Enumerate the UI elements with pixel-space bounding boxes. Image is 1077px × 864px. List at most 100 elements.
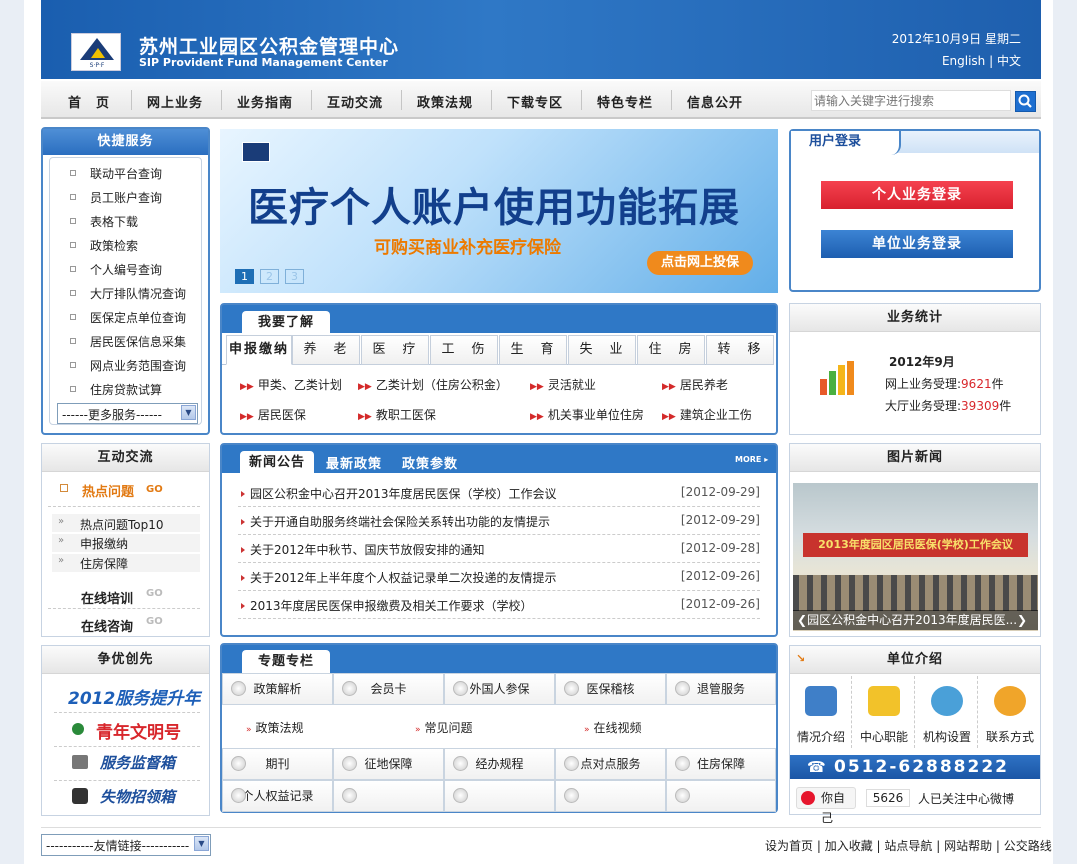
nav-info-disclosure[interactable]: 信息公开 [687, 92, 743, 111]
unit-item-contact[interactable]: 联系方式 [979, 676, 1041, 748]
banner-page-3[interactable]: 3 [285, 269, 304, 284]
banner-insure-button[interactable]: 点击网上投保 [647, 251, 753, 275]
hot-issues-go[interactable]: GO [146, 484, 163, 495]
unit-item-functions[interactable]: 中心职能 [853, 676, 915, 748]
tab-maternity[interactable]: 生 育 [499, 335, 567, 365]
nav-policy[interactable]: 政策法规 [417, 92, 473, 111]
tab-transfer[interactable]: 转 移 [706, 335, 774, 365]
more-services-select[interactable]: ------更多服务------ ▼ [57, 403, 198, 424]
quick-item[interactable]: 居民医保信息采集 [90, 333, 186, 350]
search-input[interactable] [811, 90, 1011, 111]
topic-link-policy[interactable]: » 政策法规 [246, 719, 304, 736]
search-button[interactable] [1015, 91, 1036, 112]
topic-medical-audit[interactable]: 医保稽核 [555, 673, 666, 705]
news-item[interactable]: 园区公积金中心召开2013年度居民医保（学校）工作会议 [2012-09-29] [238, 479, 760, 507]
know-link-row2-1[interactable]: ▶▶ 居民医保 [240, 406, 306, 423]
housing-guarantee-link[interactable]: 住房保障 [80, 555, 128, 572]
topic-link-video[interactable]: » 在线视频 [584, 719, 642, 736]
nav-home[interactable]: 首 页 [68, 92, 110, 111]
quick-item[interactable]: 住房贷款试算 [90, 381, 162, 398]
know-link-row1-4[interactable]: ▶▶ 居民养老 [662, 376, 728, 393]
footer-link-favorite[interactable]: 加入收藏 [825, 839, 873, 853]
tab-pension[interactable]: 养 老 [292, 335, 360, 365]
footer-link-sitemap[interactable]: 站点导航 [884, 839, 932, 853]
unit-item-overview[interactable]: 情况介绍 [790, 676, 852, 748]
topic-housing-guarantee[interactable]: 住房保障 [666, 748, 776, 780]
tab-medical[interactable]: 医 疗 [361, 335, 429, 365]
know-link-row1-3[interactable]: ▶▶ 灵活就业 [530, 376, 596, 393]
topic-land-guarantee[interactable]: 征地保障 [333, 748, 444, 780]
lang-english-link[interactable]: English [942, 54, 985, 68]
news-item[interactable]: 关于2012年上半年度个人权益记录单二次投递的友情提示 [2012-09-26] [238, 563, 760, 591]
quick-item[interactable]: 大厅排队情况查询 [90, 285, 186, 302]
know-link-row2-4[interactable]: ▶▶ 建筑企业工伤 [662, 406, 752, 423]
nav-downloads[interactable]: 下载专区 [507, 92, 563, 111]
nav-online-business[interactable]: 网上业务 [147, 92, 203, 111]
unit-login-button[interactable]: 单位业务登录 [821, 230, 1013, 258]
know-link-row1-1[interactable]: ▶▶ 甲类、乙类计划 [240, 376, 342, 393]
corner-arrow-icon: ↘ [796, 652, 806, 665]
tab-declare-pay[interactable]: 申报缴纳 [226, 335, 292, 365]
news-item[interactable]: 关于2012年中秋节、国庆节放假安排的通知 [2012-09-28] [238, 535, 760, 563]
topic-procedures[interactable]: 经办规程 [444, 748, 555, 780]
nav-interaction[interactable]: 互动交流 [327, 92, 383, 111]
know-link-row1-2[interactable]: ▶▶ 乙类计划（住房公积金） [358, 376, 508, 393]
quick-item[interactable]: 医保定点单位查询 [90, 309, 186, 326]
online-training-link[interactable]: 在线培训 [81, 588, 133, 607]
topic-journal[interactable]: 期刊 [222, 748, 333, 780]
footer-link-help[interactable]: 网站帮助 [944, 839, 992, 853]
youth-civilization-link[interactable]: 青年文明号 [96, 718, 181, 743]
bullet-icon [70, 338, 76, 344]
hot-top10-link[interactable]: 热点问题Top10 [80, 516, 164, 533]
know-link-row2-3[interactable]: ▶▶ 机关事业单位住房 [530, 406, 644, 423]
banner-page-1[interactable]: 1 [235, 269, 254, 284]
friend-links-select[interactable]: -----------友情链接----------- ▼ [41, 834, 211, 856]
lost-found-link[interactable]: 失物招领箱 [100, 786, 175, 807]
quick-item[interactable]: 个人编号查询 [90, 261, 162, 278]
personal-login-button[interactable]: 个人业务登录 [821, 181, 1013, 209]
quick-item[interactable]: 员工账户查询 [90, 189, 162, 206]
tab-unemployment[interactable]: 失 业 [568, 335, 636, 365]
nav-business-guide[interactable]: 业务指南 [237, 92, 293, 111]
news-item[interactable]: 关于开通自助服务终端社会保险关系转出功能的友情提示 [2012-09-29] [238, 507, 760, 535]
news-item[interactable]: 2013年度居民医保申报缴费及相关工作要求（学校） [2012-09-26] [238, 591, 760, 619]
logo[interactable]: S·P·F [71, 33, 121, 71]
know-link-row2-2[interactable]: ▶▶ 教职工医保 [358, 406, 436, 423]
prev-arrow-icon[interactable]: ❮ [797, 613, 807, 627]
lang-chinese-link[interactable]: 中文 [997, 54, 1021, 68]
tab-latest-policy[interactable]: 最新政策 [326, 453, 382, 472]
unit-item-structure[interactable]: 机构设置 [916, 676, 978, 748]
footer-link-homepage[interactable]: 设为首页 [765, 839, 813, 853]
declare-pay-link[interactable]: 申报缴纳 [80, 535, 128, 552]
footer-link-bus-routes[interactable]: 公交路线 [1004, 839, 1052, 853]
service-year-banner[interactable]: 2012服务提升年 [68, 684, 200, 709]
hot-issues-link[interactable]: 热点问题 [82, 481, 134, 500]
quick-item[interactable]: 政策检索 [90, 237, 138, 254]
topic-link-faq[interactable]: » 常见问题 [415, 719, 473, 736]
promo-banner[interactable]: 医疗个人账户使用功能拓展 可购买商业补充医疗保险 点击网上投保 1 2 3 [220, 129, 778, 293]
weibo-button[interactable]: 你自己 [796, 787, 856, 825]
books-icon [868, 686, 900, 716]
tab-housing[interactable]: 住 房 [637, 335, 705, 365]
topic-foreigner-insurance[interactable]: 外国人参保 [444, 673, 555, 705]
quick-item[interactable]: 网点业务范围查询 [90, 357, 186, 374]
next-arrow-icon[interactable]: ❯ [1017, 613, 1027, 627]
online-consult-link[interactable]: 在线咨询 [81, 616, 133, 635]
topic-retirement-service[interactable]: 退管服务 [666, 673, 776, 705]
online-training-go[interactable]: GO [146, 588, 163, 599]
online-consult-go[interactable]: GO [146, 616, 163, 627]
topic-policy-analysis[interactable]: 政策解析 [222, 673, 333, 705]
banner-page-2[interactable]: 2 [260, 269, 279, 284]
quick-item[interactable]: 联动平台查询 [90, 165, 162, 182]
service-supervision-link[interactable]: 服务监督箱 [100, 752, 175, 773]
news-more-link[interactable]: MORE ▸ [735, 455, 768, 464]
tab-injury[interactable]: 工 伤 [430, 335, 498, 365]
photo-news-image[interactable]: 2013年度园区居民医保(学校)工作会议 ❮园区公积金中心召开2013年度居民医… [793, 483, 1038, 631]
tab-policy-params[interactable]: 政策参数 [402, 453, 458, 472]
topic-personal-record[interactable]: 个人权益记录 [222, 780, 333, 812]
tab-news[interactable]: 新闻公告 [240, 451, 314, 475]
topic-p2p-service[interactable]: 点对点服务 [555, 748, 666, 780]
nav-special[interactable]: 特色专栏 [597, 92, 653, 111]
topic-member-card[interactable]: 会员卡 [333, 673, 444, 705]
quick-item[interactable]: 表格下载 [90, 213, 138, 230]
